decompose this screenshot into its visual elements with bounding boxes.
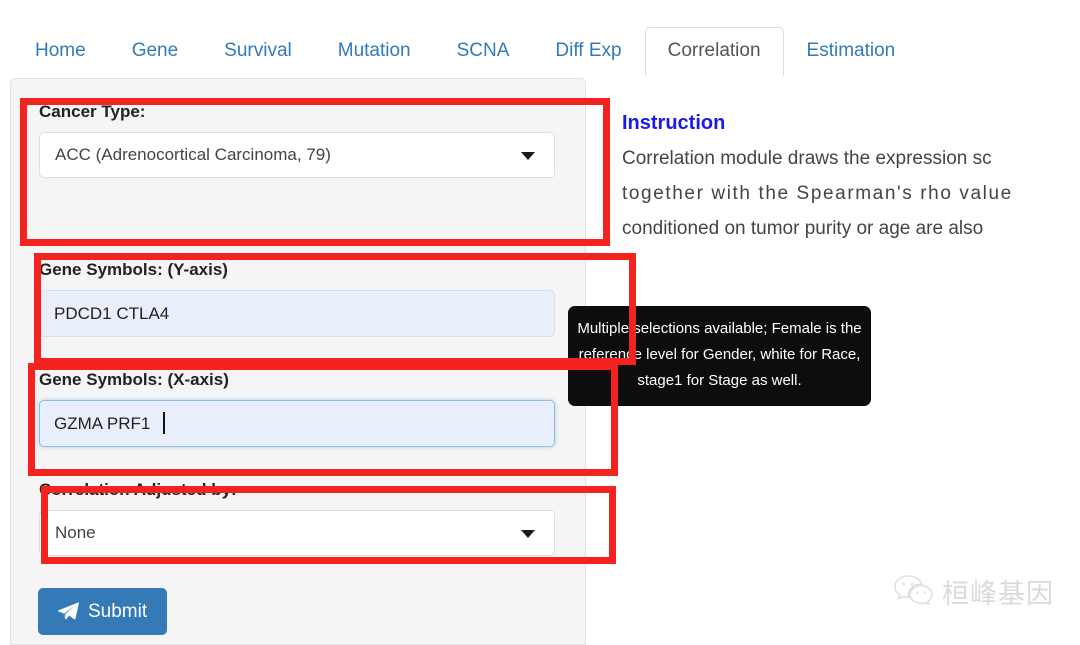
main-navigation: Home Gene Survival Mutation SCNA Diff Ex…	[0, 0, 1080, 76]
gene-y-group: Gene Symbols: (Y-axis)	[39, 259, 555, 337]
cancer-type-select[interactable]: ACC (Adrenocortical Carcinoma, 79)	[39, 132, 555, 178]
gene-input-tooltip: Multiple selections available; Female is…	[568, 306, 871, 406]
adjusted-by-group: Correlation Adjusted by: None	[39, 479, 555, 556]
submit-button-label: Submit	[88, 600, 148, 622]
gene-x-label: Gene Symbols: (X-axis)	[39, 370, 229, 389]
submit-button[interactable]: Submit	[38, 588, 168, 635]
watermark-text: 桓峰基因	[942, 579, 1054, 610]
gene-y-label: Gene Symbols: (Y-axis)	[39, 260, 228, 279]
wechat-icon	[893, 573, 935, 610]
nav-tab-list: Home Gene Survival Mutation SCNA Diff Ex…	[12, 18, 918, 76]
chevron-down-icon	[521, 152, 535, 160]
adjusted-by-label: Correlation Adjusted by:	[39, 480, 237, 499]
tab-estimation[interactable]: Estimation	[784, 27, 919, 76]
instruction-body: Correlation module draws the expression …	[622, 141, 1080, 246]
tab-gene[interactable]: Gene	[109, 27, 201, 76]
tab-diff-exp[interactable]: Diff Exp	[532, 27, 644, 76]
tab-scna[interactable]: SCNA	[434, 27, 533, 76]
cancer-type-value: ACC (Adrenocortical Carcinoma, 79)	[55, 145, 331, 164]
tab-mutation[interactable]: Mutation	[315, 27, 434, 76]
tab-home[interactable]: Home	[12, 27, 109, 76]
adjusted-by-select[interactable]: None	[39, 510, 555, 556]
paper-plane-icon	[58, 602, 79, 621]
instruction-line-1: Correlation module draws the expression …	[622, 148, 992, 169]
tab-survival[interactable]: Survival	[201, 27, 315, 76]
watermark: 桓峰基因	[893, 572, 1054, 611]
instruction-line-3: conditioned on tumor purity or age are a…	[622, 218, 984, 239]
gene-x-group: Gene Symbols: (X-axis)	[39, 369, 555, 447]
adjusted-by-value: None	[55, 523, 96, 542]
instruction-title: Instruction	[622, 112, 726, 134]
instruction-panel: Instruction Correlation module draws the…	[622, 110, 1080, 246]
cancer-type-label: Cancer Type:	[39, 102, 146, 121]
instruction-line-2: together with the Spearman's rho value	[622, 183, 1013, 204]
tab-correlation[interactable]: Correlation	[644, 27, 784, 76]
chevron-down-icon	[521, 530, 535, 538]
gene-x-input[interactable]	[39, 400, 555, 447]
gene-y-input[interactable]	[39, 290, 555, 337]
text-cursor	[163, 412, 165, 434]
parameters-panel: Cancer Type: ACC (Adrenocortical Carcino…	[10, 78, 586, 645]
cancer-type-group: Cancer Type: ACC (Adrenocortical Carcino…	[39, 101, 555, 178]
